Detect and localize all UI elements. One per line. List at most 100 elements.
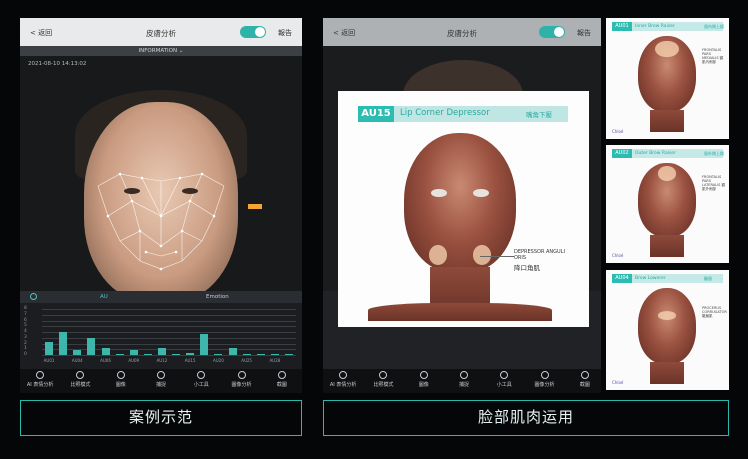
thumb-head-illustration: [638, 288, 696, 364]
capture-icon: [156, 371, 165, 379]
au-bar[interactable]: [242, 354, 251, 355]
highlighted-muscle-right: [473, 245, 492, 265]
y-tick-label: 2: [24, 340, 27, 346]
au-bar[interactable]: [256, 354, 265, 355]
au-bar[interactable]: [284, 354, 293, 355]
toolbar-item[interactable]: AI 表情分析: [323, 369, 363, 393]
toolbar-item-label: 圖像: [115, 382, 126, 388]
toolbar-item-label: 比照模式: [70, 382, 91, 388]
tool-icon: [419, 371, 428, 379]
au-bar[interactable]: [214, 354, 223, 355]
au-bar[interactable]: [129, 350, 138, 355]
x-tick-label: AU12: [156, 358, 168, 363]
gridline: [42, 343, 296, 345]
face-capture-view: [20, 56, 302, 302]
shoulders-illustration: [368, 303, 552, 321]
brand-logo: Chloé: [612, 253, 624, 258]
tool-icon: [379, 371, 388, 379]
muscle-label: DEPRESSOR ANGULI ORIS: [514, 249, 565, 261]
toolbar-item-label: 圖像分析: [231, 382, 252, 388]
toolbar-item-label: 捕捉: [155, 382, 166, 388]
au-bar[interactable]: [45, 342, 54, 355]
information-dropdown[interactable]: INFORMATION ⌄: [20, 46, 302, 56]
x-tick-label: AU28: [269, 358, 281, 363]
info-icon[interactable]: [30, 293, 37, 300]
au-thumb-card-3[interactable]: AU04 Brow Lowerer 皺眉 PROCERUS CORRUGATOR…: [606, 270, 729, 390]
au-thumb-card-2[interactable]: AU02 Outer Brow Raiser 眉外側上揚 FRONTALIS P…: [606, 145, 729, 263]
x-tick-label: AU04: [71, 358, 83, 363]
tab-au[interactable]: AU: [100, 294, 108, 300]
au-bar[interactable]: [87, 337, 96, 355]
au-bar[interactable]: [143, 354, 152, 355]
y-tick-label: 8: [24, 306, 27, 311]
toolbar-item[interactable]: 截圖: [565, 369, 601, 393]
bottom-toolbar-2: AI 表情分析 比照模式 圖像 捕捉 小工具 圖像分析 截圖: [323, 369, 601, 393]
face-landmark-mesh: [97, 172, 225, 271]
x-tick-label: AU06: [100, 358, 111, 363]
x-tick-label: AU01: [43, 358, 55, 363]
chart-header: AU Emotion: [20, 291, 302, 303]
mode-toggle-2[interactable]: [539, 26, 565, 38]
au-indicator-tag: [248, 204, 262, 209]
toolbar-item[interactable]: 圖像分析: [524, 369, 564, 393]
gridline: [42, 326, 296, 328]
thumb-muscle-note: FRONTALIS PARS LATERALIS 額肌外側部: [702, 175, 726, 191]
thumb-name-cn: 眉內側上揚: [704, 24, 724, 29]
gridline: [42, 332, 296, 333]
toolbar-item[interactable]: 小工具: [181, 369, 221, 393]
muscle-head-illustration: [404, 133, 516, 273]
tool-icon: [580, 371, 589, 379]
thumb-name: Outer Brow Raiser: [635, 151, 676, 156]
au-bar[interactable]: [73, 350, 82, 355]
toolbar-item[interactable]: 圖像: [404, 369, 444, 393]
thumb-muscle-note: FRONTALIS PARS MEDIALIS 額肌內側部: [702, 48, 724, 64]
toolbar-item[interactable]: 比照模式: [363, 369, 403, 393]
tools-icon: [197, 371, 206, 379]
x-tick-label: AU15: [184, 358, 196, 363]
toolbar-item[interactable]: 圖像: [101, 369, 141, 393]
toolbar-item-label: 小工具: [193, 382, 209, 388]
au-bar[interactable]: [200, 334, 209, 355]
toolbar-item[interactable]: 捕捉: [444, 369, 484, 393]
caption-case-demo: 案例示范: [20, 400, 302, 436]
top-bar-2: < 返回 皮膚分析 報告: [323, 18, 601, 46]
toolbar-item[interactable]: 截圖: [262, 369, 302, 393]
au-bar[interactable]: [59, 332, 68, 355]
left-eye: [430, 189, 447, 198]
au-bar[interactable]: [115, 353, 124, 355]
toolbar-item[interactable]: 比照模式: [60, 369, 100, 393]
au-bar[interactable]: [186, 353, 195, 355]
thumb-highlight: [657, 165, 677, 181]
au-bar[interactable]: [157, 348, 166, 355]
capture-timestamp: 2021-08-10 14:13:02: [28, 61, 87, 67]
tool-icon: [500, 371, 509, 379]
y-tick-label: 3: [24, 334, 27, 340]
tab-emotion[interactable]: Emotion: [206, 294, 229, 300]
x-tick-label: AU09: [128, 358, 140, 363]
mode-toggle[interactable]: [240, 26, 266, 38]
au-bar[interactable]: [228, 348, 237, 355]
toolbar-item-label: 小工具: [496, 382, 512, 388]
toolbar-item-label: 比照模式: [373, 382, 394, 388]
toolbar-item[interactable]: AI 表情分析: [20, 369, 60, 393]
au-bar[interactable]: [101, 347, 110, 355]
report-button-2[interactable]: 報告: [577, 28, 591, 38]
au-bar[interactable]: [172, 354, 181, 355]
thumb-code: AU04: [612, 274, 632, 283]
thumb-highlight: [655, 40, 679, 58]
au-thumb-card-1[interactable]: AU01 Inner Brow Raiser 眉內側上揚 FRONTALIS P…: [606, 18, 729, 139]
thumb-muscle-note: PROCERUS CORRUGATOR 皺眉肌: [702, 306, 727, 318]
x-tick-label: AU20: [212, 358, 224, 363]
thumb-name: Inner Brow Raiser: [635, 24, 675, 29]
tool-icon: [540, 371, 549, 379]
y-tick-label: 5: [24, 323, 27, 329]
toolbar-item[interactable]: 小工具: [484, 369, 524, 393]
toolbar-item[interactable]: 捕捉: [141, 369, 181, 393]
toolbar-item[interactable]: 圖像分析: [221, 369, 261, 393]
au-detail-card: AU15 Lip Corner Depressor 嘴角下壓 DEPRESSOR…: [338, 91, 589, 327]
au-name-cn: 嘴角下壓: [526, 111, 552, 119]
au-bar[interactable]: [270, 354, 279, 355]
report-button[interactable]: 報告: [278, 28, 292, 38]
thumb-head-illustration: [638, 163, 696, 237]
thumb-code: AU02: [612, 149, 632, 158]
